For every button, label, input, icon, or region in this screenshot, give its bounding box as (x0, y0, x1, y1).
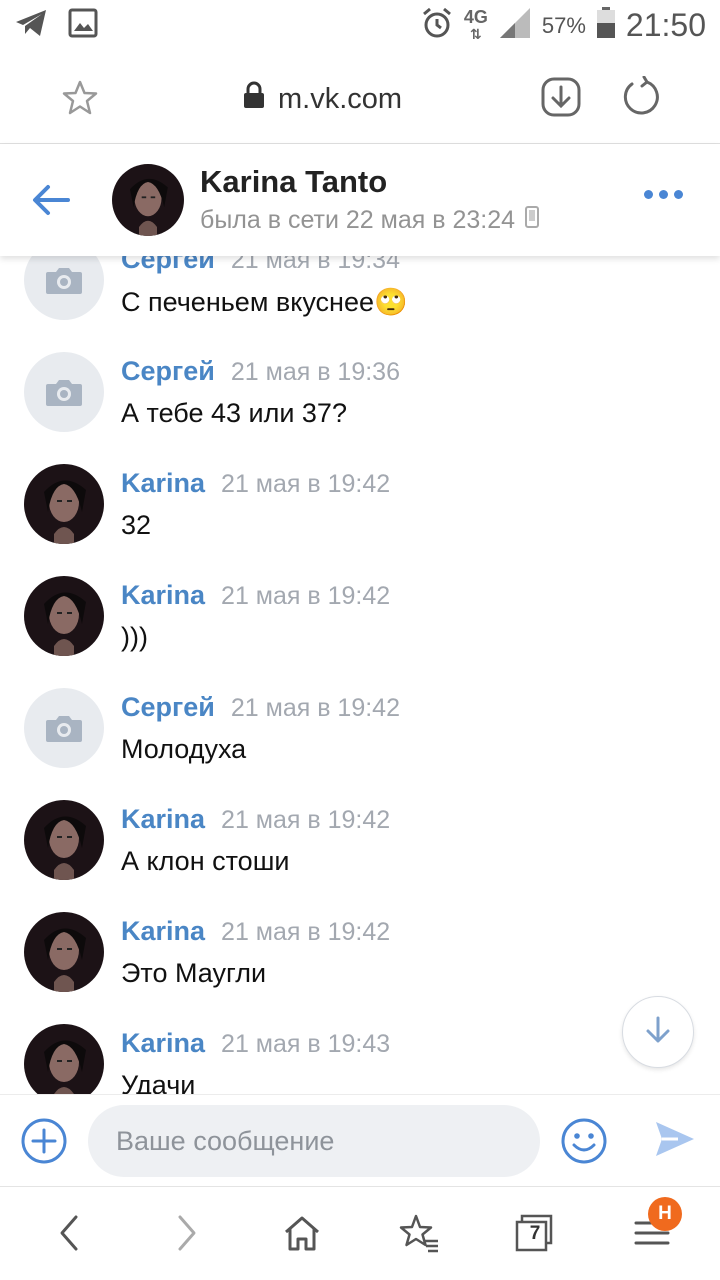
author-name[interactable]: Karina (121, 580, 205, 610)
last-seen-status: была в сети 22 мая в 23:24 (200, 206, 540, 235)
back-icon[interactable] (52, 1213, 88, 1258)
message-time: 21 мая в 19:42 (221, 806, 391, 834)
message-time: 21 мая в 19:42 (230, 694, 400, 722)
message-text: А клон стоши (121, 846, 290, 876)
tabs-count: 7 (529, 1223, 541, 1244)
scroll-down-button[interactable] (622, 996, 694, 1068)
mobile-device-icon (525, 206, 540, 235)
author-name[interactable]: Karina (121, 1028, 205, 1058)
last-seen-text: была в сети 22 мая в 23:24 (200, 206, 516, 234)
camera-icon[interactable] (24, 256, 104, 320)
status-bar: 4G ⇅ 57% 21:50 (0, 0, 720, 52)
message-item[interactable]: Karina 21 мая в 19:43 Удачи (0, 1024, 720, 1094)
message-author[interactable]: Karina 21 мая в 19:43 (121, 1028, 390, 1059)
add-icon[interactable] (20, 1117, 68, 1170)
forward-icon[interactable] (168, 1213, 204, 1258)
message-author[interactable]: Сергей 21 мая в 19:36 (121, 356, 400, 387)
notification-badge: H (648, 1197, 682, 1231)
message-item[interactable]: Karina 21 мая в 19:42 32 (0, 464, 720, 576)
avatar[interactable] (24, 912, 104, 992)
message-time: 21 мая в 19:42 (221, 470, 391, 498)
message-item[interactable]: Karina 21 мая в 19:42))) (0, 576, 720, 688)
browser-toolbar: m.vk.com (0, 52, 720, 144)
battery-percent: 57% (541, 12, 586, 38)
author-name[interactable]: Сергей (121, 692, 215, 722)
lock-icon (242, 80, 266, 118)
message-author[interactable]: Karina 21 мая в 19:42 (121, 916, 390, 947)
message-text: С печеньем вкуснее🙄 (121, 287, 408, 317)
avatar[interactable] (24, 464, 104, 544)
author-name[interactable]: Сергей (121, 356, 215, 386)
address-bar[interactable]: m.vk.com (242, 80, 402, 118)
message-time: 21 мая в 19:43 (221, 1030, 391, 1058)
bookmarks-icon[interactable] (398, 1213, 440, 1258)
author-name[interactable]: Karina (121, 804, 205, 834)
message-author[interactable]: Karina 21 мая в 19:42 (121, 468, 390, 499)
telegram-icon (14, 8, 48, 43)
camera-icon[interactable] (24, 352, 104, 432)
alarm-icon (420, 6, 454, 45)
emoji-icon[interactable] (560, 1117, 608, 1170)
signal-icon (498, 6, 532, 45)
url-text: m.vk.com (278, 82, 403, 115)
avatar[interactable] (24, 800, 104, 880)
avatar[interactable] (24, 1024, 104, 1094)
message-item[interactable]: Karina 21 мая в 19:42 А клон стоши (0, 800, 720, 912)
message-time: 21 мая в 19:34 (230, 256, 400, 274)
star-icon[interactable] (60, 78, 100, 123)
author-name[interactable]: Karina (121, 916, 205, 946)
message-author[interactable]: Сергей 21 мая в 19:34 (121, 256, 400, 275)
home-icon[interactable] (282, 1213, 322, 1258)
reload-icon[interactable] (620, 75, 662, 123)
network-indicator: 4G ⇅ (463, 7, 488, 42)
message-author[interactable]: Сергей 21 мая в 19:42 (121, 692, 400, 723)
clock: 21:50 (625, 7, 706, 43)
more-icon[interactable] (644, 190, 683, 199)
message-item[interactable]: Сергей 21 мая в 19:42 Молодуха (0, 688, 720, 800)
back-arrow-icon[interactable] (30, 180, 72, 225)
message-item[interactable]: Сергей 21 мая в 19:34 С печеньем вкуснее🙄 (0, 256, 720, 352)
message-text: Удачи (121, 1070, 196, 1094)
message-item[interactable]: Сергей 21 мая в 19:36 А тебе 43 или 37? (0, 352, 720, 464)
battery-icon (596, 7, 616, 44)
avatar[interactable] (24, 576, 104, 656)
message-text: 32 (121, 510, 152, 540)
message-time: 21 мая в 19:36 (230, 358, 400, 386)
chat-header: Karina Tanto была в сети 22 мая в 23:24 (0, 144, 720, 256)
message-author[interactable]: Karina 21 мая в 19:42 (121, 580, 390, 611)
message-input[interactable] (88, 1105, 540, 1177)
message-time: 21 мая в 19:42 (221, 918, 391, 946)
message-composer (0, 1094, 720, 1186)
message-time: 21 мая в 19:42 (221, 582, 391, 610)
contact-name: Karina Tanto (200, 164, 388, 199)
camera-icon[interactable] (24, 688, 104, 768)
gallery-icon (68, 8, 98, 43)
message-text: ))) (121, 622, 148, 652)
author-name[interactable]: Karina (121, 468, 205, 498)
arrow-down-icon (644, 1015, 672, 1050)
browser-bottom-nav: 7 H (0, 1186, 720, 1280)
message-list: Сергей 21 мая в 19:34 С печеньем вкуснее🙄 С… (0, 256, 720, 1094)
author-name[interactable]: Сергей (121, 256, 215, 274)
avatar[interactable] (112, 164, 184, 236)
message-text: Это Маугли (121, 958, 267, 988)
message-item[interactable]: Karina 21 мая в 19:42 Это Маугли (0, 912, 720, 1024)
send-icon[interactable] (654, 1119, 696, 1164)
message-text: А тебе 43 или 37? (121, 398, 347, 428)
message-text: Молодуха (121, 734, 247, 764)
message-author[interactable]: Karina 21 мая в 19:42 (121, 804, 390, 835)
download-icon[interactable] (540, 76, 582, 123)
network-label: 4G (463, 7, 488, 27)
tabs-icon[interactable]: 7 (514, 1213, 554, 1253)
